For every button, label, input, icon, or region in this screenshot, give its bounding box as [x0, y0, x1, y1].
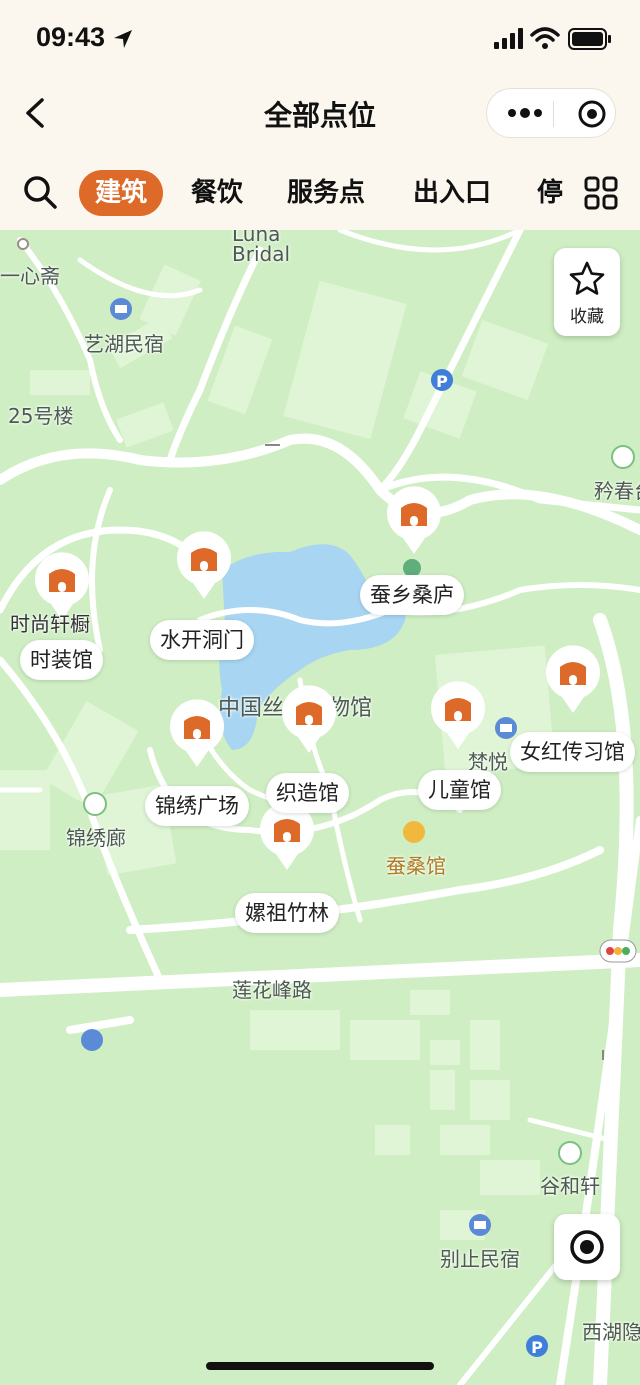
poi-label-cansang-lu[interactable]: 蚕乡桑庐 — [360, 575, 464, 615]
map-label-jinxiulang: 锦绣廊 — [66, 826, 126, 850]
poi-dot — [17, 238, 29, 250]
building-pin-icon[interactable] — [429, 681, 487, 751]
locate-target-icon — [570, 1230, 604, 1264]
category-tabs: 建筑 餐饮 服务点 出入口 停 — [0, 150, 640, 230]
battery-icon — [568, 28, 611, 50]
map-label-xihu: 西湖隐 — [582, 1320, 640, 1344]
search-icon[interactable] — [22, 174, 58, 210]
home-indicator — [206, 1362, 434, 1370]
poi-label-zhizao-guan[interactable]: 织造馆 — [266, 773, 349, 813]
location-arrow-icon — [114, 30, 132, 48]
tab-dining[interactable]: 餐饮 — [191, 170, 243, 216]
map-label-biezhi-minsu: 别止民宿 — [440, 1247, 520, 1271]
tab-entrances[interactable]: 出入口 — [413, 170, 491, 216]
svg-text:P: P — [436, 372, 448, 391]
building-pin-icon[interactable] — [280, 685, 338, 755]
more-dots-icon[interactable] — [507, 104, 543, 122]
poi-label-ertong-guan[interactable]: 儿童馆 — [418, 770, 501, 810]
poi-label-leizu-zhulin[interactable]: 嫘祖竹林 — [235, 893, 339, 933]
cellular-signal-icon — [494, 28, 523, 49]
status-bar: 09:43 — [0, 0, 640, 80]
poi-label-jinxiu-guangchang[interactable]: 锦绣广场 — [145, 786, 249, 826]
favorite-button[interactable]: 收藏 — [554, 248, 620, 336]
map-label-lianhuafeng-road: 莲花峰路 — [232, 978, 312, 1002]
svg-text:P: P — [531, 1338, 543, 1357]
grid-menu-icon[interactable] — [584, 176, 618, 210]
building-pin-icon[interactable] — [385, 486, 443, 556]
map-label-luna-bridal: Luna Bridal — [232, 230, 291, 266]
map-label-linchun: 矜春台 — [594, 479, 640, 503]
nav-bar: 全部点位 — [0, 80, 640, 150]
poi-label-nuhong[interactable]: 女红传习馆 — [510, 732, 635, 772]
tab-parking[interactable]: 停 — [537, 170, 563, 216]
favorite-label: 收藏 — [570, 307, 604, 327]
map-view[interactable]: P P Luna Bridal 一心斋 艺湖民宿 25号楼 矜春台 中国丝绸博物… — [0, 230, 640, 1385]
building-pin-icon[interactable] — [544, 645, 602, 715]
capsule-divider — [553, 101, 554, 127]
tab-service-points[interactable]: 服务点 — [287, 170, 365, 216]
status-time: 09:43 — [36, 22, 106, 52]
star-icon — [569, 261, 605, 295]
building-pin-icon[interactable] — [175, 531, 233, 601]
map-label-yixinzhai: 一心斋 — [0, 264, 60, 288]
mini-program-capsule — [486, 88, 616, 138]
poi-label-shuikai-dongmen[interactable]: 水开洞门 — [150, 620, 254, 660]
map-label-guhexuan: 谷和轩 — [540, 1174, 600, 1198]
locate-button[interactable] — [554, 1214, 620, 1280]
tab-buildings[interactable]: 建筑 — [79, 170, 164, 216]
map-label-cansangguan: 蚕桑馆 — [386, 854, 446, 878]
poi-label-shishang-chuchu[interactable]: 时尚轩橱 — [10, 608, 90, 637]
building-pin-icon[interactable] — [168, 699, 226, 769]
wifi-icon — [530, 27, 560, 49]
map-label-yihu-minsu: 艺湖民宿 — [84, 332, 164, 356]
map-label-building-25: 25号楼 — [8, 404, 74, 428]
close-target-icon[interactable] — [577, 99, 607, 129]
poi-label-shizhuang-guan[interactable]: 时装馆 — [20, 640, 103, 680]
